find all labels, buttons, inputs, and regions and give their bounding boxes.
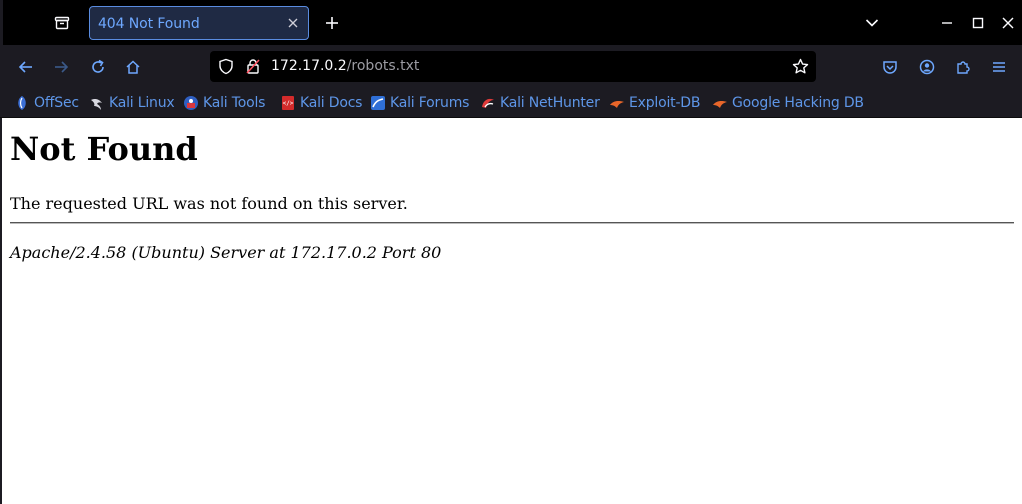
bookmarks-toolbar: OffSec Kali Linux Kali Tools </> Kali Do… [0, 88, 1022, 118]
insecure-lock-icon[interactable] [245, 58, 261, 75]
account-button[interactable] [912, 52, 942, 82]
address-bar[interactable]: 172.17.0.2/robots.txt [210, 51, 816, 82]
url-host: 172.17.0.2 [271, 58, 347, 74]
bookmark-google-hacking-db[interactable]: Google Hacking DB [712, 93, 864, 113]
reload-icon [92, 59, 104, 73]
bookmark-label: Kali Docs [300, 95, 363, 111]
plus-icon [326, 17, 338, 29]
home-icon [126, 60, 140, 74]
page-content: Not Found The requested URL was not foun… [2, 118, 1022, 504]
close-window-button[interactable] [994, 9, 1022, 37]
bookmark-exploit-db[interactable]: Exploit-DB [609, 93, 700, 113]
kali-docs-icon: </> [282, 96, 294, 110]
chevron-down-icon [865, 19, 879, 27]
page-title: Not Found [10, 130, 198, 168]
tracking-protection-shield-icon[interactable] [218, 58, 234, 75]
puzzle-piece-icon [957, 61, 970, 74]
kali-dragon-icon [91, 99, 102, 110]
nethunter-icon [482, 98, 494, 108]
server-signature: Apache/2.4.58 (Ubuntu) Server at 172.17.… [10, 243, 442, 262]
bookmark-label: Exploit-DB [629, 95, 701, 111]
bookmark-label: Google Hacking DB [732, 95, 864, 111]
reload-button[interactable] [83, 52, 113, 82]
bookmark-label: Kali NetHunter [500, 95, 600, 111]
close-icon [288, 18, 298, 28]
bookmark-label: Kali Linux [109, 95, 175, 111]
close-icon [1002, 17, 1014, 29]
tab-close-button[interactable] [284, 14, 302, 32]
divider [10, 222, 1014, 224]
tab-title: 404 Not Found [98, 16, 200, 32]
minimize-button[interactable] [933, 9, 961, 37]
pocket-button[interactable] [875, 52, 905, 82]
star-icon [792, 58, 809, 74]
error-message: The requested URL was not found on this … [10, 194, 408, 213]
offsec-icon [18, 96, 26, 110]
bookmark-kali-forums[interactable]: Kali Forums [370, 93, 469, 113]
list-all-tabs-button[interactable] [858, 9, 886, 37]
maximize-icon [972, 17, 984, 29]
back-button[interactable] [11, 52, 41, 82]
account-icon [919, 59, 935, 75]
url-path: /robots.txt [346, 58, 420, 74]
firefox-view-button[interactable] [48, 9, 76, 37]
active-tab[interactable]: 404 Not Found [89, 6, 309, 40]
ghdb-icon [713, 101, 727, 108]
bookmark-label: Kali Tools [203, 95, 266, 111]
bookmark-kali-nethunter[interactable]: Kali NetHunter [480, 93, 600, 113]
tab-strip: 404 Not Found [0, 0, 1022, 504]
forward-button[interactable] [46, 52, 76, 82]
bookmark-star-button[interactable] [792, 58, 809, 75]
pocket-icon [883, 61, 897, 74]
bookmark-kali-tools[interactable]: Kali Tools [183, 93, 265, 113]
bookmark-kali-linux[interactable]: Kali Linux [89, 93, 175, 113]
navigation-toolbar: 172.17.0.2/robots.txt [0, 45, 1022, 88]
maximize-button[interactable] [964, 9, 992, 37]
bookmark-label: OffSec [34, 95, 79, 111]
extensions-button[interactable] [948, 52, 978, 82]
kali-tools-icon [184, 96, 198, 110]
kali-forums-icon [371, 96, 385, 110]
url-text[interactable]: 172.17.0.2/robots.txt [271, 58, 419, 74]
bookmark-kali-docs[interactable]: </> Kali Docs [280, 93, 362, 113]
svg-text:</>: </> [283, 100, 294, 107]
hamburger-menu-icon [993, 62, 1005, 72]
app-menu-button[interactable] [984, 52, 1014, 82]
back-arrow-icon [18, 61, 32, 73]
exploit-db-icon [610, 101, 624, 108]
home-button[interactable] [118, 52, 148, 82]
forward-arrow-icon [55, 61, 69, 73]
bookmark-label: Kali Forums [390, 95, 470, 111]
bookmark-offsec[interactable]: OffSec [14, 93, 79, 113]
firefox-view-icon [54, 16, 70, 30]
minimize-icon [942, 22, 952, 24]
new-tab-button[interactable] [318, 9, 346, 37]
